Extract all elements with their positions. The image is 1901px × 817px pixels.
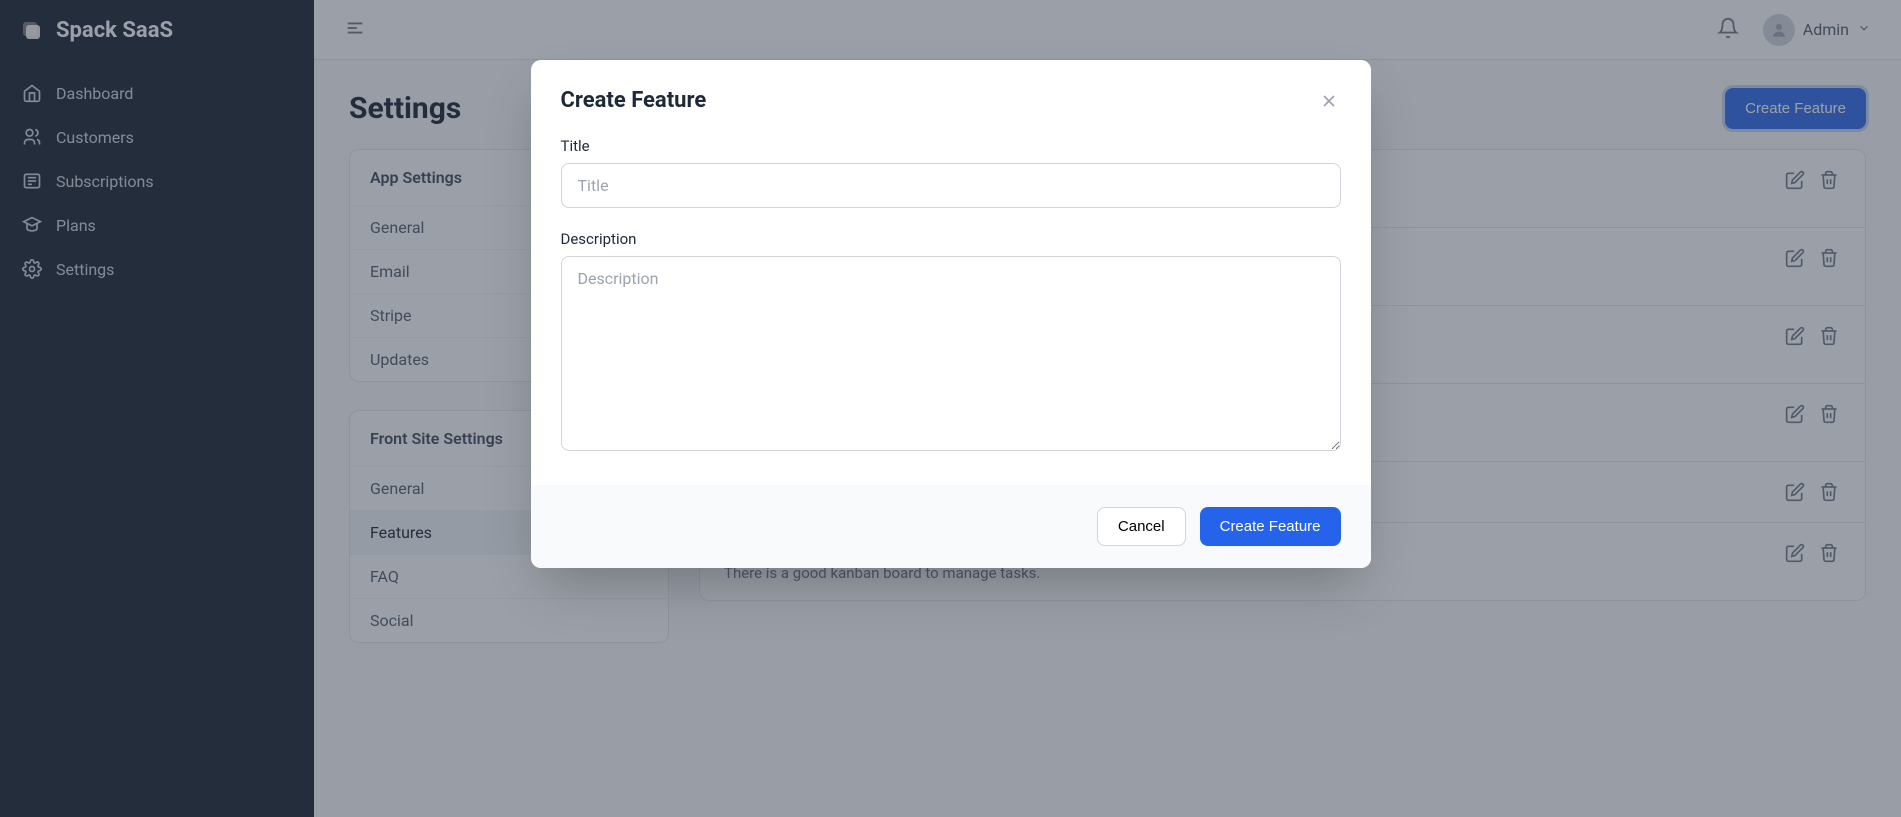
- close-icon[interactable]: [1317, 89, 1341, 113]
- description-label: Description: [561, 230, 1341, 248]
- description-input[interactable]: [561, 256, 1341, 451]
- title-label: Title: [561, 137, 1341, 155]
- cancel-button[interactable]: Cancel: [1097, 507, 1186, 546]
- submit-button[interactable]: Create Feature: [1200, 507, 1341, 546]
- create-feature-modal: Create Feature Title Description Cancel …: [531, 60, 1371, 568]
- title-input[interactable]: [561, 163, 1341, 208]
- modal-title: Create Feature: [561, 88, 707, 113]
